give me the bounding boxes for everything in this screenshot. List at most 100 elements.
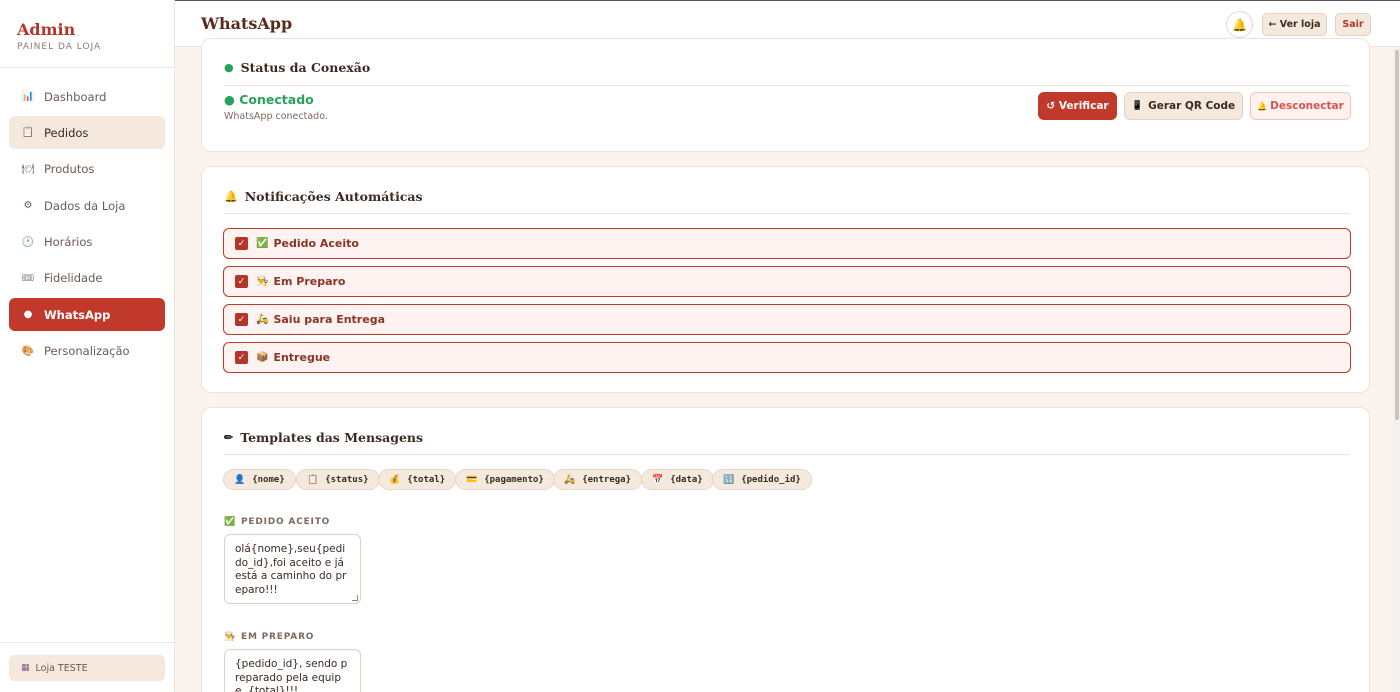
templates-card: ✏ Templates das Mensagens 👤 {nome} 📋 {st… — [201, 407, 1370, 692]
checkbox[interactable]: ✓ — [235, 275, 248, 288]
sidebar-item-label: Dados da Loja — [44, 198, 126, 213]
connection-description: WhatsApp conectado. — [224, 111, 328, 122]
brand-subtitle: PAINEL DA LOJA — [17, 42, 102, 52]
check-icon: ✅ — [224, 517, 237, 527]
numbers-icon: 🔢 — [723, 474, 735, 485]
sidebar-item-label: Pedidos — [44, 125, 89, 140]
status-card-title: ● Status da Conexão — [224, 60, 370, 75]
chef-icon: 👨‍🍳 — [224, 632, 237, 642]
check-icon: ✅ — [256, 238, 269, 249]
notification-toggle-entregue[interactable]: ✓ 📦 Entregue — [223, 342, 1351, 373]
template-text: olá{nome},seu{pedido_id},foi aceito e já… — [235, 543, 347, 596]
sidebar-item-dados-da-loja[interactable]: ⚙ Dados da Loja — [9, 189, 165, 222]
notification-label: Em Preparo — [273, 275, 346, 288]
store-name: Loja TESTE — [35, 662, 88, 674]
connection-status: ● Conectado — [224, 92, 314, 107]
sidebar-item-label: Horários — [44, 235, 93, 250]
user-icon: 👤 — [234, 474, 246, 485]
package-icon: 📦 — [256, 352, 269, 363]
variable-label: {pedido_id} — [741, 474, 801, 485]
variable-label: {data} — [670, 474, 703, 485]
template-label-em-preparo: 👨‍🍳 EM PREPARO — [224, 632, 314, 642]
sidebar-nav: 📊 Dashboard 📋 Pedidos 🍽 Produtos ⚙ Dados… — [0, 68, 174, 383]
notification-toggle-em-preparo[interactable]: ✓ 👨‍🍳 Em Preparo — [223, 266, 1351, 297]
notification-label: Pedido Aceito — [273, 237, 359, 250]
clipboard-icon: 📋 — [307, 474, 319, 485]
sidebar-footer: ▦ Loja TESTE — [0, 642, 174, 692]
sidebar-item-label: Dashboard — [44, 89, 107, 104]
sidebar-item-pedidos[interactable]: 📋 Pedidos — [9, 116, 165, 150]
brand: Admin PAINEL DA LOJA — [0, 0, 174, 68]
notifications-card-title: 🔔 Notificações Automáticas — [224, 189, 423, 204]
template-label-text: EM PREPARO — [241, 632, 315, 642]
sidebar-item-produtos[interactable]: 🍽 Produtos — [9, 153, 165, 186]
sidebar-item-fidelidade[interactable]: 🎟 Fidelidade — [9, 262, 165, 295]
bell-icon: 🔔 — [1257, 101, 1268, 111]
notification-label: Entregue — [273, 351, 331, 364]
generate-qr-button[interactable]: 📱 Gerar QR Code — [1124, 92, 1243, 120]
phone-icon: 📱 — [1131, 101, 1144, 111]
sidebar-item-personalizacao[interactable]: 🎨 Personalização — [9, 335, 165, 368]
store-badge[interactable]: ▦ Loja TESTE — [9, 655, 165, 681]
store-icon: ▦ — [21, 663, 30, 673]
chart-icon: 📊 — [21, 91, 35, 102]
page-title: WhatsApp — [201, 14, 293, 33]
variable-label: {status} — [325, 474, 369, 485]
variable-chip-nome[interactable]: 👤 {nome} — [223, 469, 296, 490]
brand-title: Admin — [17, 20, 76, 39]
variable-chip-data[interactable]: 📅 {data} — [641, 469, 714, 490]
disconnect-label: Desconectar — [1270, 100, 1344, 112]
notifications-card: 🔔 Notificações Automáticas ✓ ✅ Pedido Ac… — [201, 166, 1370, 393]
variable-chip-entrega[interactable]: 🛵 {entrega} — [553, 469, 642, 490]
sidebar-item-label: Produtos — [44, 162, 95, 177]
notification-toggle-pedido-aceito[interactable]: ✓ ✅ Pedido Aceito — [223, 228, 1351, 259]
money-bag-icon: 💰 — [389, 474, 401, 485]
templates-card-title-text: Templates das Mensagens — [240, 430, 424, 445]
variable-label: {total} — [407, 474, 446, 485]
variable-chip-pedido-id[interactable]: 🔢 {pedido_id} — [712, 469, 812, 490]
variable-chip-total[interactable]: 💰 {total} — [378, 469, 457, 490]
whatsapp-icon: ● — [224, 61, 234, 74]
divider — [224, 213, 1350, 214]
sidebar: Admin PAINEL DA LOJA 📊 Dashboard 📋 Pedid… — [0, 0, 175, 692]
resize-handle[interactable] — [352, 595, 358, 601]
ver-loja-button[interactable]: ← Ver loja — [1262, 13, 1327, 36]
notifications-button[interactable]: 🔔 — [1226, 11, 1253, 38]
checkbox[interactable]: ✓ — [235, 313, 248, 326]
sidebar-item-label: Fidelidade — [44, 271, 103, 286]
ticket-icon: 🎟 — [21, 272, 35, 284]
clipboard-icon: 📋 — [21, 127, 35, 139]
gear-icon: ⚙ — [23, 200, 33, 212]
template-label-text: PEDIDO ACEITO — [241, 517, 331, 527]
notifications-card-title-text: Notificações Automáticas — [244, 189, 423, 204]
sair-button[interactable]: Sair — [1335, 13, 1371, 36]
plate-icon: 🍽 — [21, 163, 35, 175]
verify-button[interactable]: ↺ Verificar — [1038, 92, 1117, 120]
templates-card-title: ✏ Templates das Mensagens — [224, 430, 423, 445]
checkbox[interactable]: ✓ — [235, 351, 248, 364]
template-text: {pedido_id}, sendo preparado pela equipe… — [235, 658, 348, 692]
status-card-title-text: Status da Conexão — [240, 60, 371, 75]
sidebar-item-dashboard[interactable]: 📊 Dashboard — [9, 80, 165, 113]
bell-icon: 🔔 — [224, 190, 238, 203]
palette-icon: 🎨 — [21, 345, 35, 357]
template-textarea-pedido-aceito[interactable]: olá{nome},seu{pedido_id},foi aceito e já… — [224, 534, 361, 604]
divider — [224, 85, 1350, 86]
disconnect-button[interactable]: 🔔 Desconectar — [1250, 92, 1351, 120]
pencil-icon: ✏ — [224, 431, 234, 444]
sidebar-item-horarios[interactable]: 🕐 Horários — [9, 226, 165, 259]
whatsapp-icon: ● — [23, 309, 33, 321]
scrollbar-thumb[interactable] — [1395, 50, 1399, 420]
sidebar-item-whatsapp[interactable]: ● WhatsApp — [9, 298, 165, 332]
bell-icon: 🔔 — [1232, 17, 1247, 32]
notification-toggle-saiu-para-entrega[interactable]: ✓ 🛵 Saiu para Entrega — [223, 304, 1351, 335]
checkbox[interactable]: ✓ — [235, 237, 248, 250]
sidebar-item-label: WhatsApp — [44, 307, 111, 322]
chef-icon: 👨‍🍳 — [256, 276, 269, 287]
calendar-icon: 📅 — [652, 474, 664, 485]
template-label-pedido-aceito: ✅ PEDIDO ACEITO — [224, 517, 330, 527]
variable-label: {nome} — [252, 474, 285, 485]
variable-chip-status[interactable]: 📋 {status} — [296, 469, 380, 490]
template-textarea-em-preparo[interactable]: {pedido_id}, sendo preparado pela equipe… — [224, 649, 361, 692]
variable-chip-pagamento[interactable]: 💳 {pagamento} — [455, 469, 555, 490]
